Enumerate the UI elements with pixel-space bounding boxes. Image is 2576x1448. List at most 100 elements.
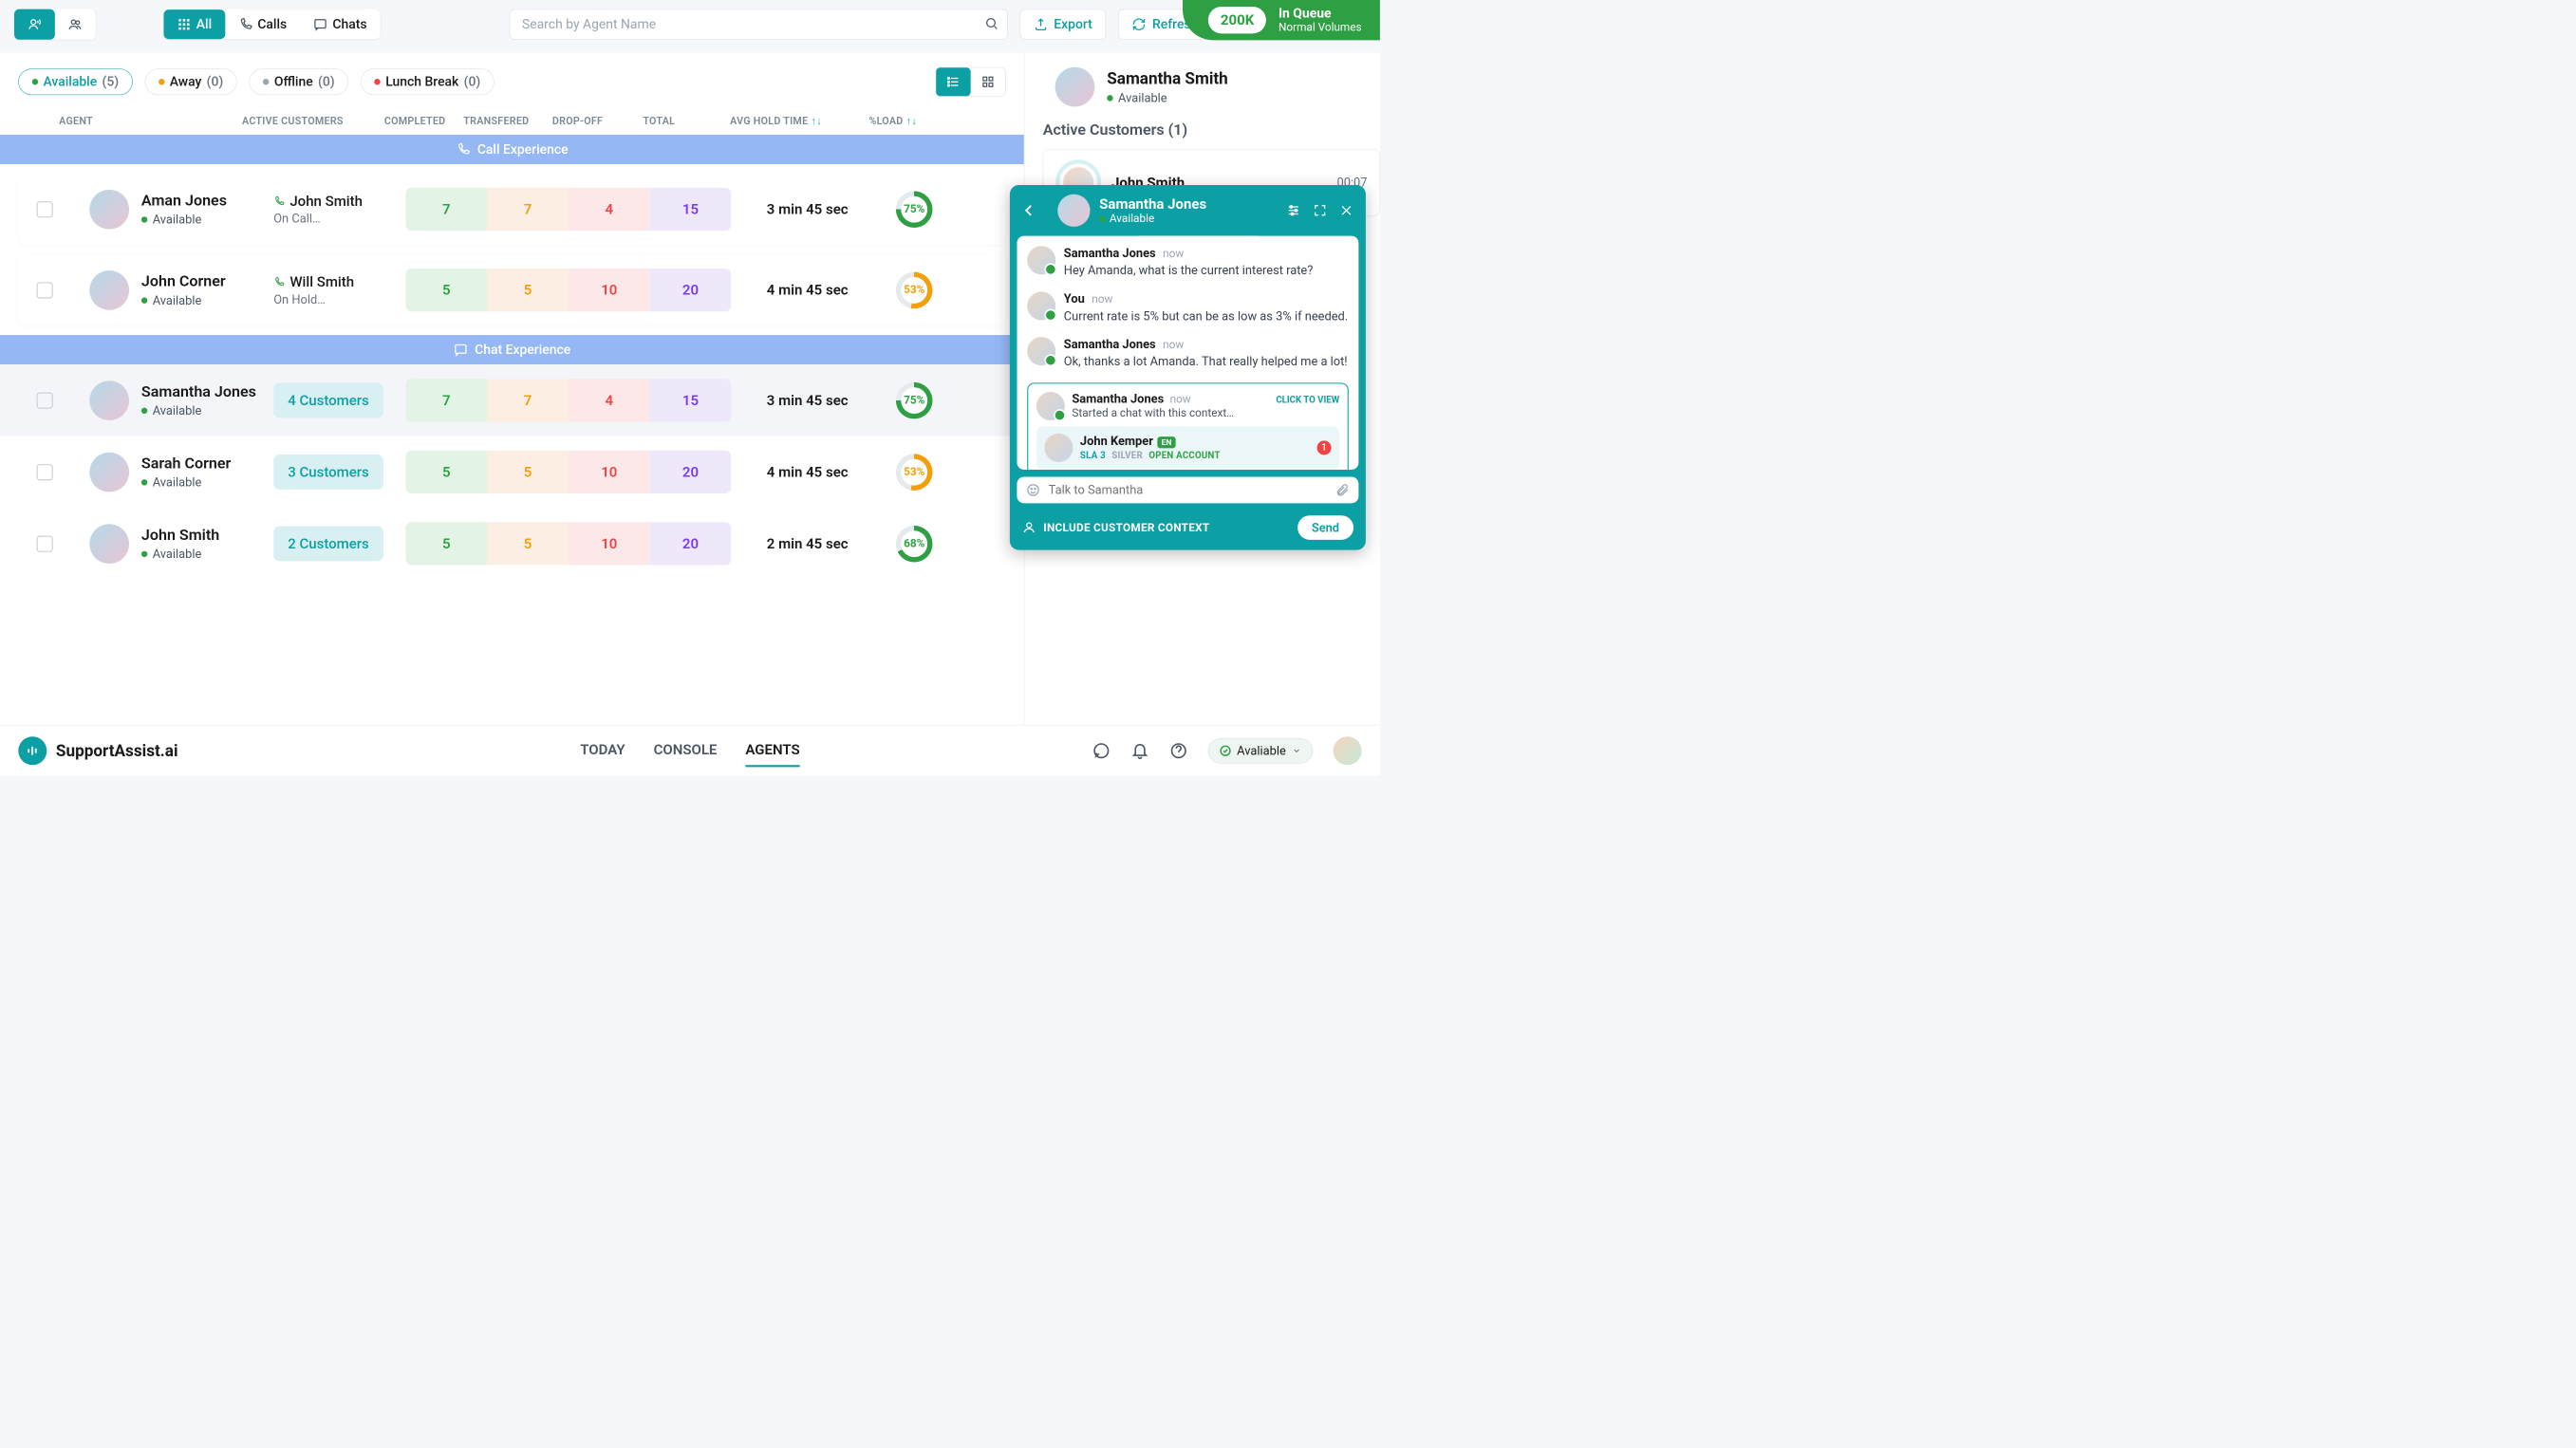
metric-transfered: 7: [487, 188, 569, 232]
row-checkbox[interactable]: [37, 535, 53, 551]
status-filter-away[interactable]: Away (0): [144, 68, 236, 95]
back-icon[interactable]: [1022, 203, 1036, 217]
metric-dropoff: 10: [569, 451, 650, 494]
list-view-button[interactable]: [936, 67, 970, 96]
tab-console[interactable]: CONSOLE: [654, 734, 718, 768]
col-hold[interactable]: AVG HOLD TIME↑↓: [700, 115, 852, 127]
agent-avatar: [89, 190, 129, 230]
status-filter-count: (0): [318, 74, 335, 89]
agent-row[interactable]: Samantha Jones Available 4 Customers 7 7…: [0, 364, 1024, 436]
chat-icon: [454, 343, 468, 357]
close-icon[interactable]: [1339, 203, 1353, 217]
include-context-label[interactable]: INCLUDE CUSTOMER CONTEXT: [1043, 521, 1209, 533]
row-checkbox[interactable]: [37, 392, 53, 408]
language-badge: EN: [1157, 436, 1175, 448]
chat-message: Samantha Jonesnow Hey Amanda, what is th…: [1027, 246, 1349, 279]
message-avatar: [1027, 291, 1055, 320]
metric-total: 20: [650, 522, 732, 566]
col-total: TOTAL: [618, 115, 700, 127]
check-icon: [1220, 745, 1231, 756]
filter-calls-button[interactable]: Calls: [225, 9, 300, 39]
chat-section-label: Chat Experience: [475, 343, 570, 358]
chat-text-input[interactable]: [1049, 483, 1328, 497]
agent-status: Available: [141, 293, 273, 307]
chevron-down-icon: [1292, 746, 1301, 755]
multi-agent-view[interactable]: [55, 9, 96, 40]
status-filter-lunch-break[interactable]: Lunch Break (0): [361, 68, 495, 95]
attach-icon[interactable]: [1335, 483, 1350, 497]
status-filter-label: Away: [170, 74, 202, 89]
metric-transfered: 5: [487, 269, 569, 312]
search-icon: [984, 16, 999, 32]
row-checkbox[interactable]: [37, 464, 53, 480]
metric-transfered: 5: [487, 451, 569, 494]
metric-group: 7 7 4 15: [405, 379, 731, 422]
view-toggle: [936, 67, 1006, 97]
single-agent-view[interactable]: [14, 9, 55, 40]
grid-view-button[interactable]: [971, 67, 1005, 96]
settings-icon[interactable]: [1286, 203, 1300, 217]
agent-row[interactable]: John Smith Available 2 Customers 5 5 10 …: [0, 508, 1024, 580]
agent-detail-panel: Samantha Smith Available Active Customer…: [1024, 53, 1380, 725]
message-author: Samantha Jones: [1064, 337, 1156, 351]
message-text: Hey Amanda, what is the current interest…: [1064, 262, 1314, 279]
active-customers-title: Active Customers (1): [1043, 121, 1380, 139]
agent-avatar: [89, 453, 129, 492]
load-value: 53%: [904, 284, 924, 296]
chat-panel: Samantha Jones Available Samantha Jonesn…: [1010, 185, 1366, 550]
status-filter-available[interactable]: Available (5): [18, 68, 132, 95]
tab-agents[interactable]: AGENTS: [745, 734, 799, 768]
bottom-nav: SupportAssist.ai TODAY CONSOLE AGENTS Av…: [0, 725, 1380, 776]
context-card[interactable]: Samantha Jones now CLICK TO VIEW Started…: [1027, 382, 1349, 470]
chat-footer: INCLUDE CUSTOMER CONTEXT Send: [1010, 511, 1366, 550]
chat-agent-status: Available: [1099, 213, 1206, 225]
context-customer-card[interactable]: John KemperEN SLA 3SILVEROPEN ACCOUNT 1: [1036, 426, 1339, 469]
filter-all-button[interactable]: All: [163, 9, 225, 39]
load-value: 75%: [904, 203, 924, 215]
emoji-icon[interactable]: [1026, 483, 1040, 497]
status-dot-icon: [263, 79, 269, 84]
user-status-dropdown[interactable]: Avaliable: [1208, 738, 1314, 764]
status-filter-count: (0): [207, 74, 224, 89]
agent-name: Sarah Corner: [141, 455, 273, 473]
click-to-view-link[interactable]: CLICK TO VIEW: [1276, 395, 1339, 405]
send-button[interactable]: Send: [1297, 515, 1353, 540]
export-button[interactable]: Export: [1019, 9, 1106, 40]
notification-badge: 1: [1316, 440, 1331, 455]
metric-dropoff: 10: [569, 269, 650, 312]
agent-row[interactable]: John Corner Available Will Smith On Hold…: [18, 254, 1005, 326]
hold-time: 3 min 45 sec: [731, 392, 884, 409]
metric-transfered: 5: [487, 522, 569, 566]
message-text: Current rate is 5% but can be as low as …: [1064, 307, 1348, 325]
user-avatar[interactable]: [1334, 736, 1362, 765]
queue-subtitle: Normal Volumes: [1279, 21, 1362, 33]
agent-name: John Corner: [141, 272, 273, 290]
metric-dropoff: 4: [569, 379, 650, 422]
phone-icon: [273, 276, 285, 288]
chat-icon[interactable]: [1092, 741, 1110, 759]
export-icon: [1034, 17, 1048, 31]
bell-icon[interactable]: [1130, 741, 1148, 759]
active-customer-name: John Smith: [273, 193, 405, 210]
filter-chats-button[interactable]: Chats: [300, 9, 380, 39]
row-checkbox[interactable]: [37, 282, 53, 298]
search-input[interactable]: [510, 9, 1008, 40]
col-load[interactable]: %LOAD↑↓: [852, 115, 934, 127]
expand-icon[interactable]: [1313, 203, 1327, 217]
help-icon[interactable]: [1169, 741, 1187, 759]
message-avatar: [1027, 337, 1055, 365]
sort-icon: ↑↓: [906, 115, 917, 127]
status-filter-count: (5): [103, 74, 120, 89]
load-ring: 68%: [896, 526, 933, 563]
status-dot-icon: [32, 79, 38, 84]
agent-status: Available: [141, 403, 273, 418]
metric-completed: 5: [405, 269, 487, 312]
status-filter-offline[interactable]: Offline (0): [250, 68, 349, 95]
agent-row[interactable]: Aman Jones Available John Smith On Call……: [18, 174, 1005, 246]
top-bar: All Calls Chats Export Refresh 200K In Q…: [0, 0, 1380, 48]
agent-avatar: [89, 524, 129, 564]
agent-row[interactable]: Sarah Corner Available 3 Customers 5 5 1…: [0, 436, 1024, 509]
tab-today[interactable]: TODAY: [580, 734, 625, 768]
row-checkbox[interactable]: [37, 201, 53, 217]
metric-total: 20: [650, 451, 732, 494]
